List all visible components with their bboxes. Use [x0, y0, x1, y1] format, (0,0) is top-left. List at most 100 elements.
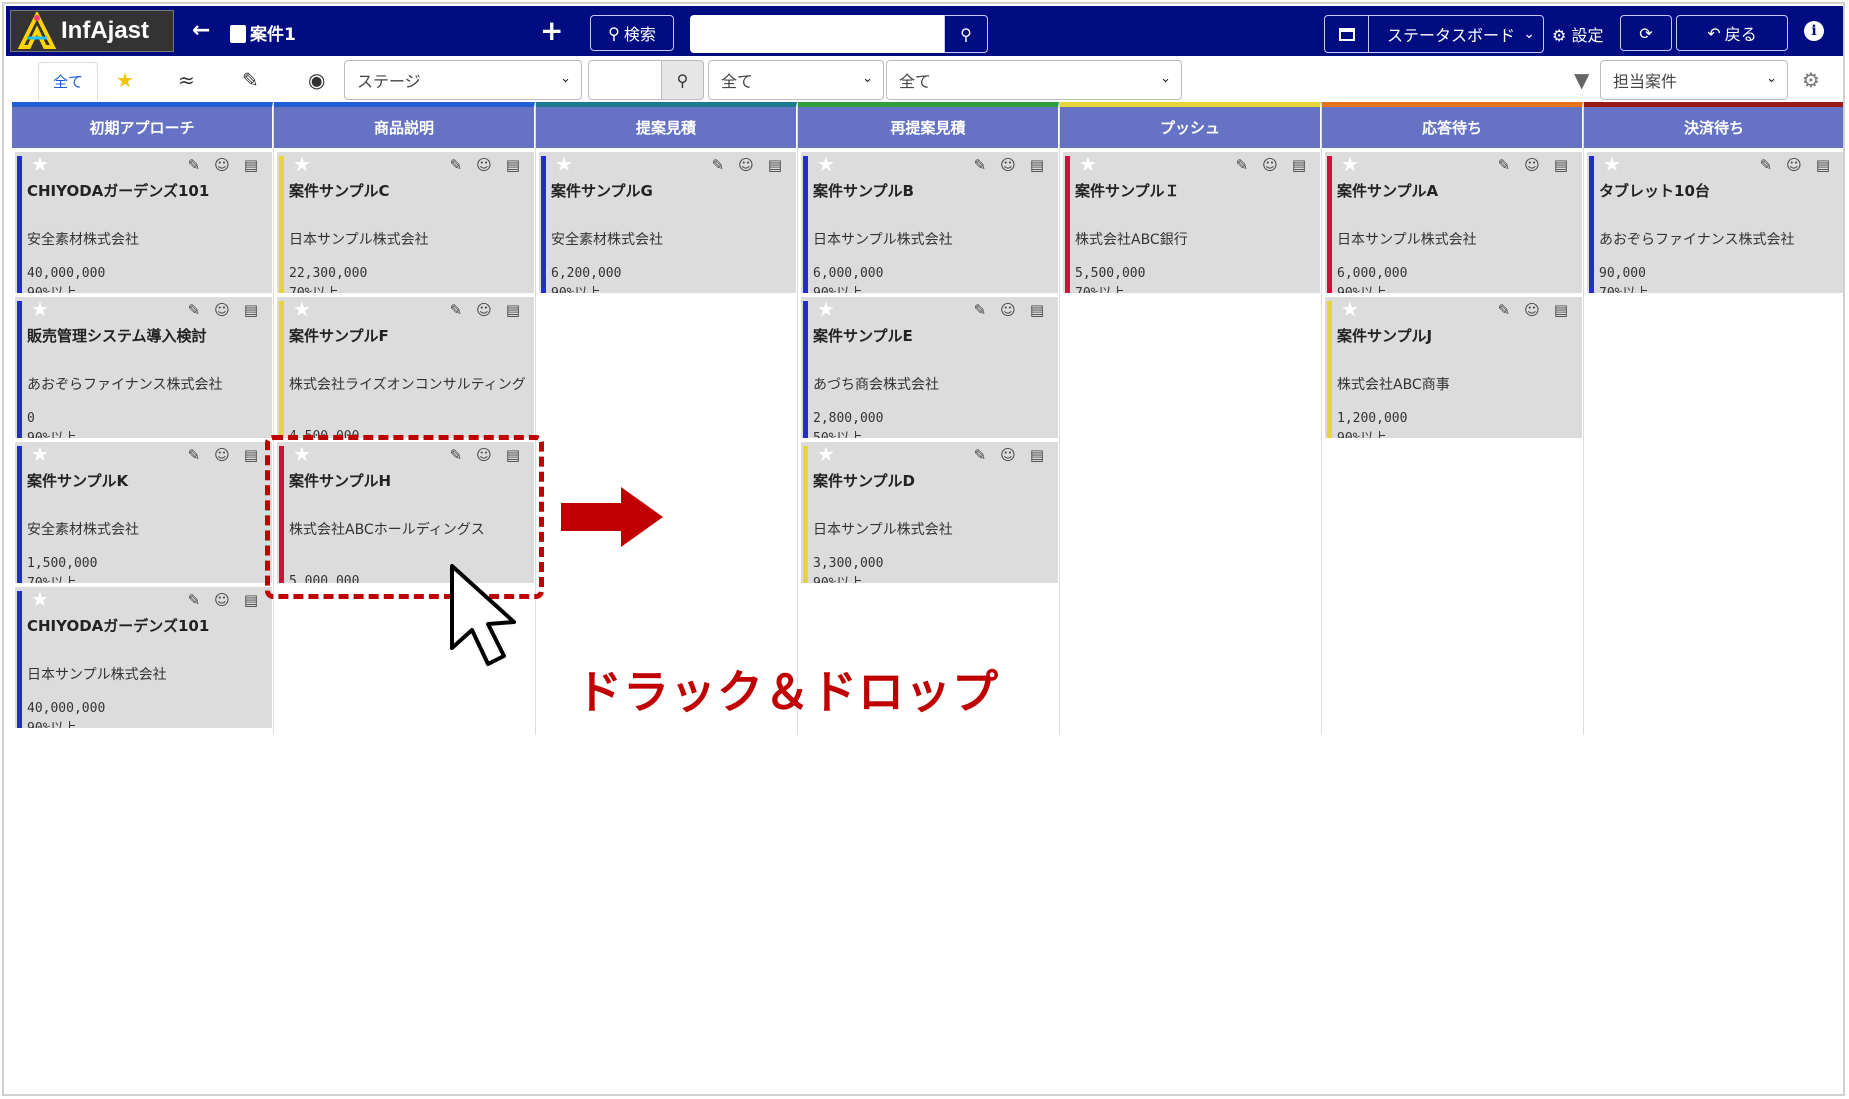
document-icon[interactable]: ▤	[244, 156, 258, 174]
deal-card[interactable]: ★✎☺▤案件サンプルEあづち商会株式会社2,800,00050%以上進行	[801, 297, 1058, 438]
edit-icon[interactable]: ✎	[974, 156, 987, 174]
user-icon[interactable]: ☺	[1000, 156, 1016, 174]
user-icon[interactable]: ☺	[1000, 446, 1016, 464]
card-title[interactable]: 案件サンプルG	[551, 180, 791, 201]
star-icon[interactable]: ★	[293, 297, 311, 321]
document-icon[interactable]: ▤	[1554, 156, 1568, 174]
star-icon[interactable]: ★	[31, 297, 49, 321]
column-header[interactable]: 再提案見積	[798, 102, 1059, 148]
document-icon[interactable]: ▤	[1030, 156, 1044, 174]
refresh-button[interactable]: ⟳	[1620, 15, 1672, 51]
document-icon[interactable]: ▤	[1554, 301, 1568, 319]
star-icon[interactable]: ★	[116, 68, 134, 92]
card-title[interactable]: 販売管理システム導入検討	[27, 325, 267, 346]
user-icon[interactable]: ☺	[214, 591, 230, 609]
star-icon[interactable]: ★	[31, 587, 49, 611]
wifi-icon[interactable]: ≈	[178, 68, 195, 92]
card-title[interactable]: 案件サンプルK	[27, 470, 267, 491]
info-icon[interactable]: i	[1804, 21, 1824, 41]
card-title[interactable]: 案件サンプルC	[289, 180, 529, 201]
document-icon[interactable]: ▤	[506, 156, 520, 174]
star-icon[interactable]: ★	[1341, 152, 1359, 176]
deal-card[interactable]: ★ ✎ ☺ ▤ CHIYODAガーデンズ101 安全素材株式会社 40,000,00090%…	[15, 152, 272, 293]
document-icon[interactable]: ▤	[244, 301, 258, 319]
back-button[interactable]: ↶ 戻る	[1676, 15, 1788, 51]
card-title[interactable]: 案件サンプルE	[813, 325, 1053, 346]
document-icon[interactable]: ▤	[1030, 301, 1044, 319]
keyword-input[interactable]	[588, 60, 662, 100]
app-logo[interactable]: InfAjast	[10, 10, 174, 52]
gear-icon[interactable]: ⚙	[1802, 68, 1820, 92]
settings-button[interactable]: ⚙ 設定	[1552, 22, 1603, 46]
star-icon[interactable]: ★	[817, 442, 835, 466]
star-icon[interactable]: ★	[1341, 297, 1359, 321]
card-title[interactable]: 案件サンプルA	[1337, 180, 1577, 201]
edit-icon[interactable]: ✎	[188, 156, 201, 174]
deal-card[interactable]: ★✎☺▤案件サンプルC日本サンプル株式会社22,300,00070%以上進行	[277, 152, 534, 293]
view-select[interactable]: ステータスボード ⌄	[1324, 15, 1544, 53]
document-icon[interactable]: ▤	[1292, 156, 1306, 174]
deal-card[interactable]: ★✎☺▤タブレット10台あおぞらファイナンス株式会社90,00070%以上進行	[1587, 152, 1843, 293]
edit-icon[interactable]: ✎	[1498, 156, 1511, 174]
search-button[interactable]: ⚲ 検索	[590, 15, 674, 51]
star-icon[interactable]: ★	[1603, 152, 1621, 176]
card-title[interactable]: 案件サンプルD	[813, 470, 1053, 491]
search-input[interactable]	[690, 15, 944, 53]
owner-select[interactable]: 担当案件 ⌄	[1600, 60, 1788, 100]
document-icon[interactable]: ▤	[244, 591, 258, 609]
column-header[interactable]: プッシュ	[1060, 102, 1321, 148]
edit-icon[interactable]: ✎	[242, 68, 259, 92]
document-icon[interactable]: ▤	[244, 446, 258, 464]
column-header[interactable]: 応答待ち	[1322, 102, 1583, 148]
user-icon[interactable]: ☺	[476, 301, 492, 319]
document-icon[interactable]: ▤	[768, 156, 782, 174]
arrow-left-icon[interactable]: ←	[192, 18, 210, 43]
star-icon[interactable]: ★	[1079, 152, 1097, 176]
edit-icon[interactable]: ✎	[450, 156, 463, 174]
document-icon[interactable]: ▤	[506, 301, 520, 319]
edit-icon[interactable]: ✎	[974, 301, 987, 319]
deal-card[interactable]: ★✎☺▤案件サンプルG安全素材株式会社6,200,00090%以上進行	[539, 152, 796, 293]
star-icon[interactable]: ★	[817, 152, 835, 176]
user-icon[interactable]: ☺	[1786, 156, 1802, 174]
edit-icon[interactable]: ✎	[1498, 301, 1511, 319]
user-icon[interactable]: ☺	[214, 446, 230, 464]
deal-card[interactable]: ★✎☺▤案件サンプルD日本サンプル株式会社3,300,00090%以上中断	[801, 442, 1058, 583]
deal-card[interactable]: ★✎☺▤案件サンプルA日本サンプル株式会社6,000,00090%以上進行	[1325, 152, 1582, 293]
deal-card[interactable]: ★✎☺▤販売管理システム導入検討あおぞらファイナンス株式会社090%以上未着手	[15, 297, 272, 438]
star-icon[interactable]: ★	[293, 152, 311, 176]
user-icon[interactable]: ☺	[1000, 301, 1016, 319]
card-title[interactable]: 案件サンプルJ	[1337, 325, 1577, 346]
edit-icon[interactable]: ✎	[450, 301, 463, 319]
edit-icon[interactable]: ✎	[188, 591, 201, 609]
edit-icon[interactable]: ✎	[974, 446, 987, 464]
card-title[interactable]: CHIYODAガーデンズ101	[27, 180, 267, 201]
deal-card[interactable]: ★✎☺▤案件サンプルＩ株式会社ABC銀行5,500,00070%以上進行	[1063, 152, 1320, 293]
deal-card[interactable]: ★ ✎ ☺ ▤ CHIYODAガーデンズ101 日本サンプル株式会社 40,000,0009…	[15, 587, 272, 728]
edit-icon[interactable]: ✎	[188, 301, 201, 319]
deal-card[interactable]: ★✎☺▤案件サンプルJ株式会社ABC商事1,200,00090%以上進行	[1325, 297, 1582, 438]
keyword-search-button[interactable]: ⚲	[662, 60, 704, 100]
card-title[interactable]: CHIYODAガーデンズ101	[27, 615, 267, 636]
edit-icon[interactable]: ✎	[1236, 156, 1249, 174]
column-header[interactable]: 商品説明	[274, 102, 535, 148]
card-title[interactable]: 案件サンプルF	[289, 325, 529, 346]
column-header[interactable]: 初期アプローチ	[12, 102, 273, 148]
star-icon[interactable]: ★	[555, 152, 573, 176]
stage-select[interactable]: ステージ ⌄	[344, 60, 582, 100]
edit-icon[interactable]: ✎	[188, 446, 201, 464]
tab-all[interactable]: 全て	[38, 62, 98, 100]
column-header[interactable]: 提案見積	[536, 102, 797, 148]
search-submit-button[interactable]: ⚲	[944, 15, 988, 53]
card-title[interactable]: 案件サンプルB	[813, 180, 1053, 201]
dashboard-icon[interactable]: ◉	[308, 68, 325, 92]
user-icon[interactable]: ☺	[738, 156, 754, 174]
edit-icon[interactable]: ✎	[1760, 156, 1773, 174]
document-icon[interactable]: ▤	[1816, 156, 1830, 174]
user-icon[interactable]: ☺	[476, 156, 492, 174]
user-icon[interactable]: ☺	[1524, 156, 1540, 174]
star-icon[interactable]: ★	[31, 442, 49, 466]
star-icon[interactable]: ★	[31, 152, 49, 176]
edit-icon[interactable]: ✎	[712, 156, 725, 174]
star-icon[interactable]: ★	[817, 297, 835, 321]
